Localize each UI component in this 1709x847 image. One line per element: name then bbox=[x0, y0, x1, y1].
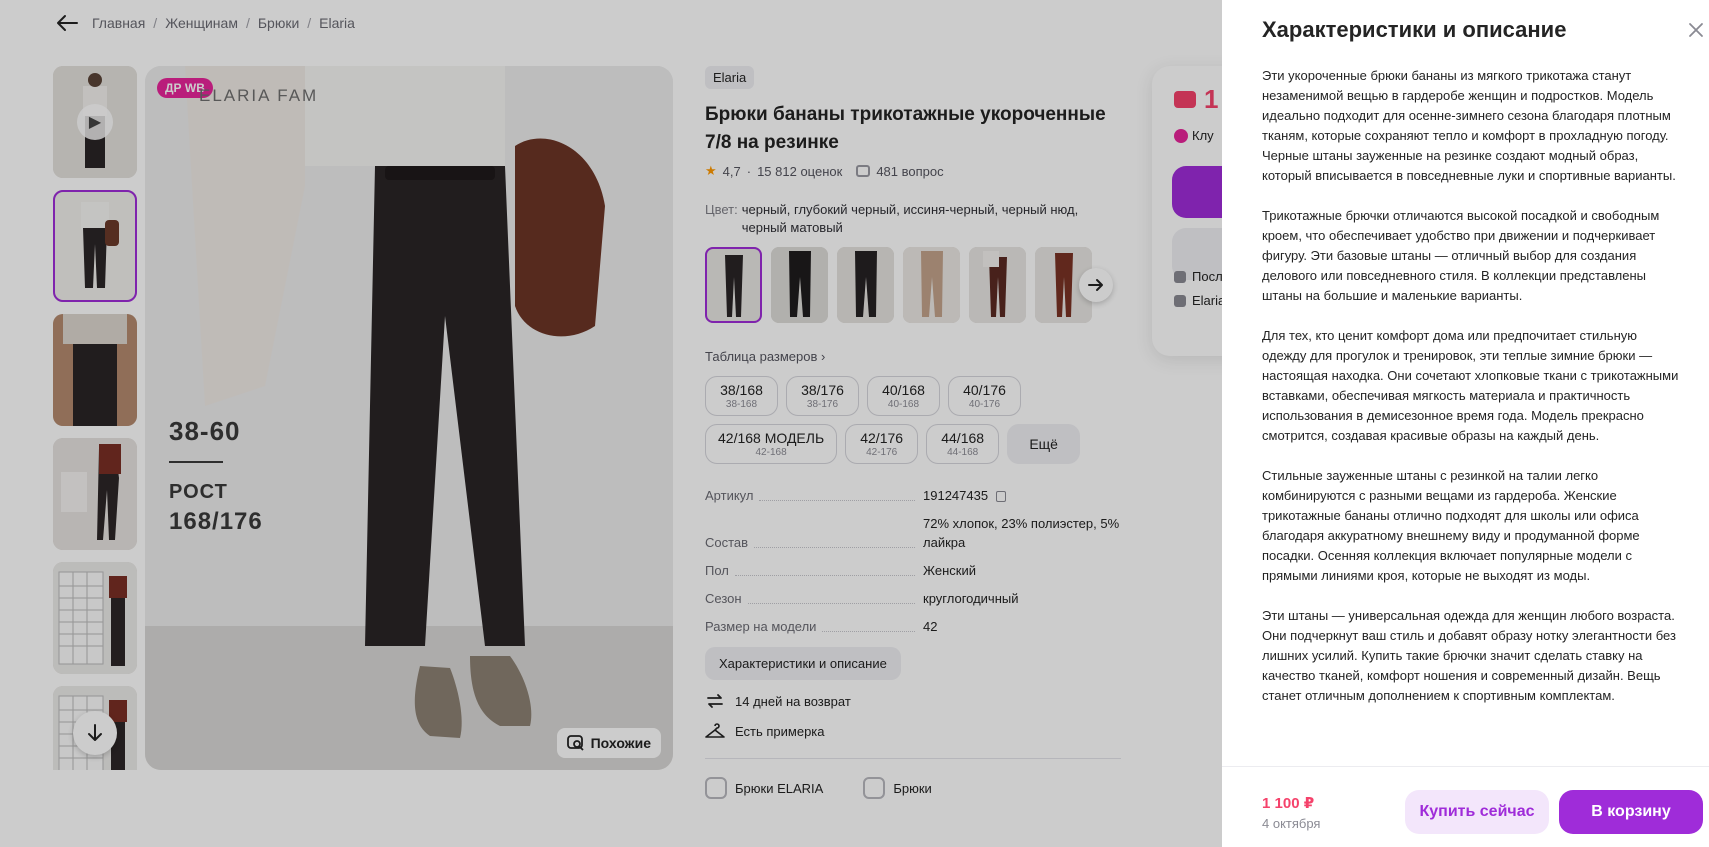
add-to-cart-button[interactable]: В корзину bbox=[1559, 790, 1703, 834]
buy-now-button[interactable]: Купить сейчас bbox=[1405, 790, 1549, 834]
description-paragraph: Стильные зауженные штаны с резинкой на т… bbox=[1262, 468, 1640, 583]
scroll-fade bbox=[1222, 742, 1709, 766]
description-paragraph: Для тех, кто ценит комфорт дома или пред… bbox=[1262, 328, 1679, 443]
footer-price: 1 100 ₽ bbox=[1262, 795, 1315, 812]
characteristics-panel: Характеристики и описание Эти укороченны… bbox=[1222, 0, 1709, 847]
description-paragraph: Эти укороченные брюки бананы из мягкого … bbox=[1262, 68, 1676, 183]
description-paragraph: Трикотажные брючки отличаются высокой по… bbox=[1262, 208, 1660, 303]
description-text: Эти укороченные брюки бананы из мягкого … bbox=[1262, 66, 1682, 766]
description-paragraph: Эти штаны — универсальная одежда для жен… bbox=[1262, 608, 1676, 703]
close-icon[interactable] bbox=[1688, 22, 1704, 38]
panel-footer: 1 100 ₽ 4 октября Купить сейчас В корзин… bbox=[1222, 766, 1709, 847]
delivery-date: 4 октября bbox=[1262, 816, 1321, 831]
panel-title: Характеристики и описание bbox=[1262, 17, 1567, 42]
